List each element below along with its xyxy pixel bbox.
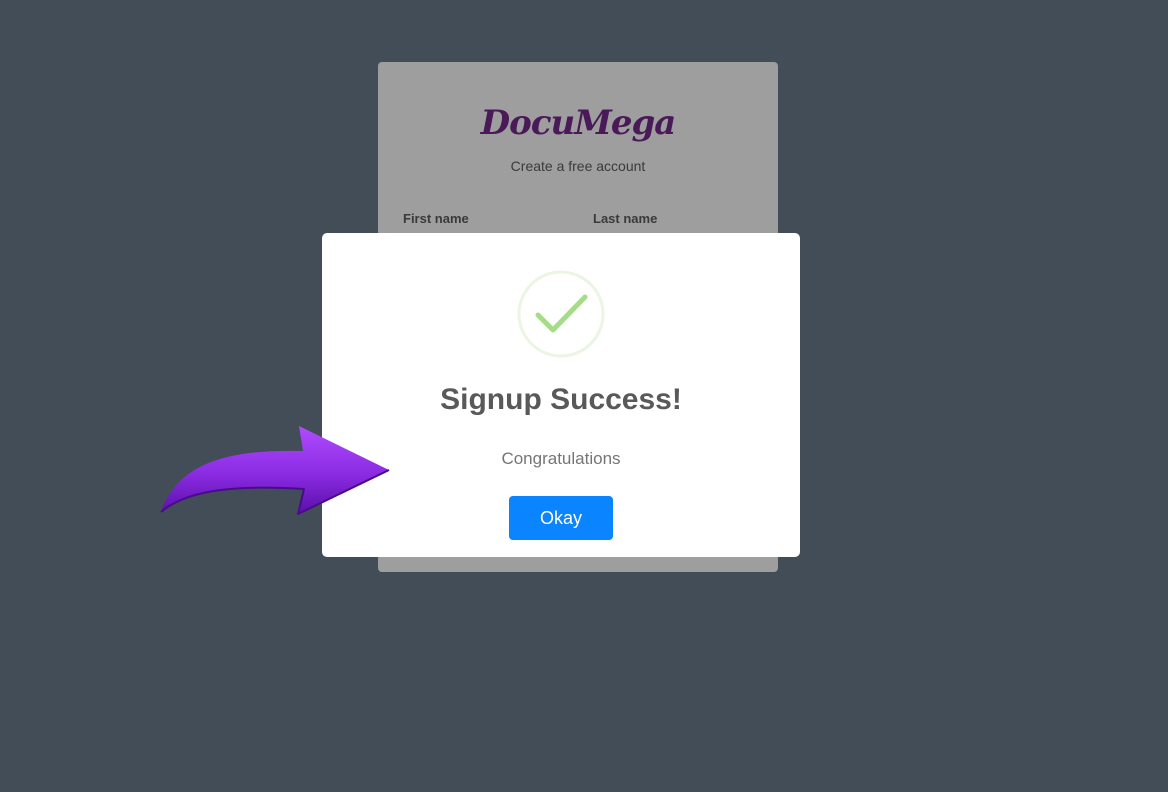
purple-arrow-icon [160, 426, 390, 515]
modal-message: Congratulations [501, 449, 621, 468]
first-name-label: First name [403, 211, 469, 226]
logo: DocuMega [378, 98, 778, 148]
checkmark-success-icon [517, 270, 605, 358]
signup-subtitle: Create a free account [510, 158, 646, 174]
last-name-label: Last name [593, 211, 658, 226]
success-modal: Signup Success! Congratulations Okay [322, 233, 800, 557]
okay-button[interactable]: Okay [509, 496, 613, 540]
page: DocuMega Create a free account First nam… [0, 0, 1168, 792]
logo-text: DocuMega [480, 103, 677, 143]
modal-title: Signup Success! [440, 383, 682, 416]
